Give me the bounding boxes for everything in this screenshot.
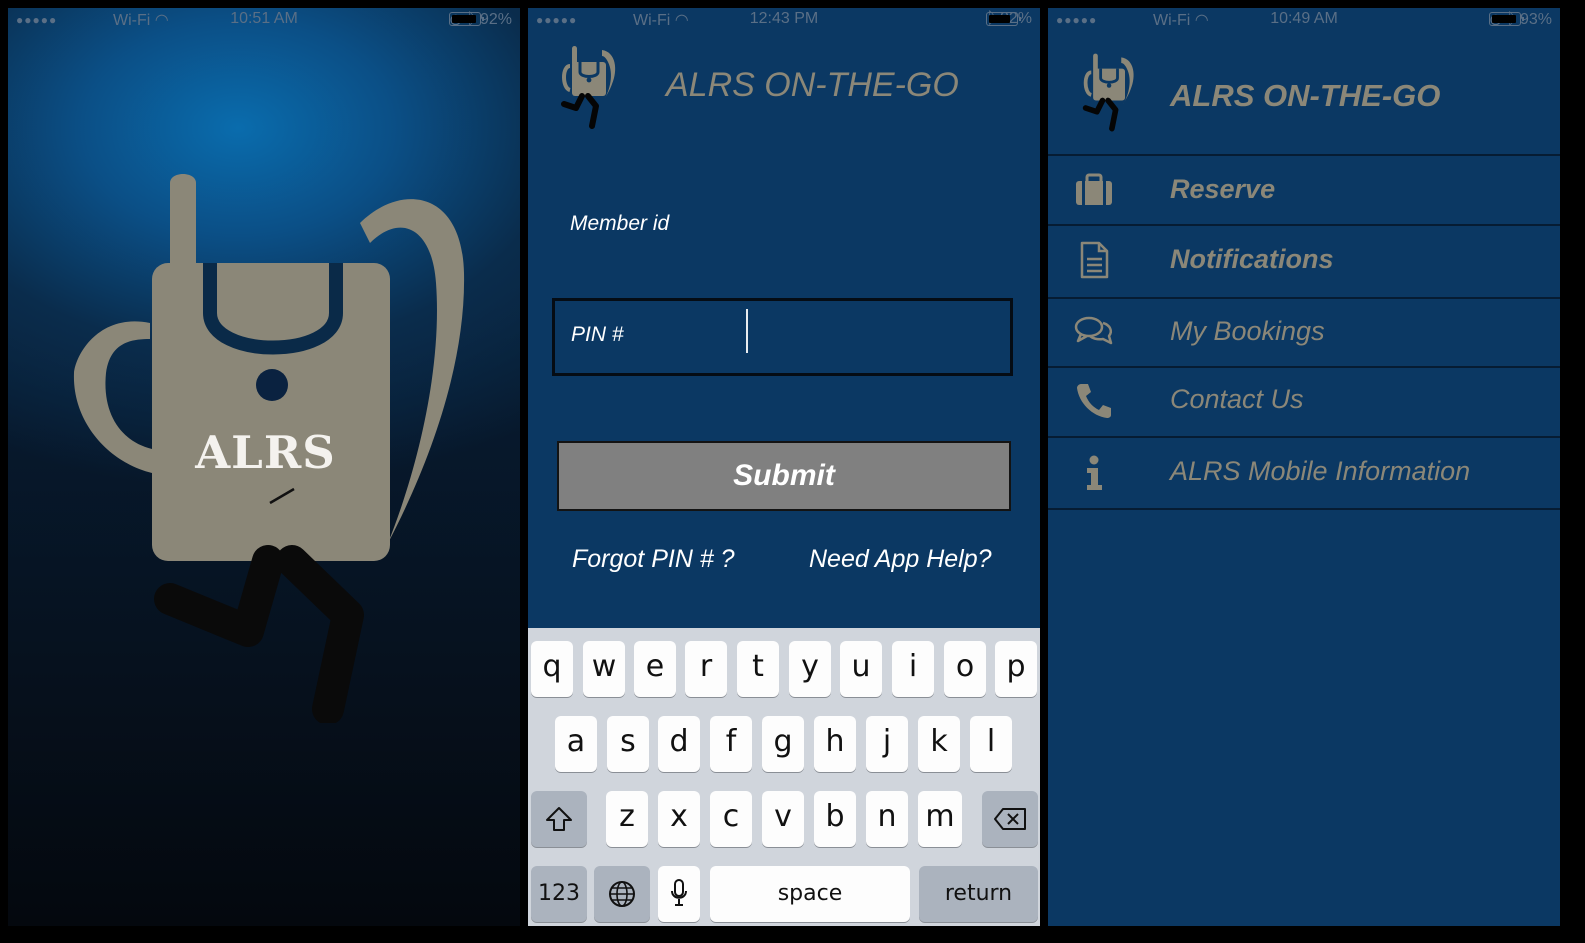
menu-item-label: My Bookings [1170,316,1325,346]
menu-item-label: ALRS Mobile Information [1170,456,1471,486]
battery-status: ⊙ ᛒ 92% [448,10,512,30]
logo-text: ALRS [195,426,336,479]
divider [1048,508,1560,510]
app-title: ALRS ON-THE-GO [666,66,959,104]
submit-button[interactable]: Submit [557,441,1011,511]
shift-arrow-icon [546,807,572,831]
key-c[interactable]: c [710,791,752,847]
menu-item-contact-us[interactable]: Contact Us [1048,366,1560,434]
menu-item-label: Contact Us [1170,384,1304,414]
key-i[interactable]: i [892,641,934,697]
menu-item-label: Reserve [1170,174,1276,204]
key-w[interactable]: w [583,641,625,697]
login-screen: ●●●●● Wi-Fi ◠ 12:43 PM ᛒ 82% ALRS ON-THE… [528,8,1040,926]
logo-body [152,263,390,561]
phone-icon [1077,384,1111,418]
key-u[interactable]: u [840,641,882,697]
numbers-key[interactable]: 123 [531,866,587,922]
key-x[interactable]: x [658,791,700,847]
on-screen-keyboard: q w e r t y u i o p a s d f g h j k l z [528,628,1040,926]
key-p[interactable]: p [995,641,1037,697]
key-r[interactable]: r [685,641,727,697]
key-a[interactable]: a [555,716,597,772]
return-key[interactable]: return [919,866,1038,922]
key-g[interactable]: g [762,716,804,772]
menu-item-notifications[interactable]: Notifications [1048,226,1560,294]
info-icon [1087,455,1102,490]
key-l[interactable]: l [970,716,1012,772]
menu-item-my-bookings[interactable]: My Bookings [1048,298,1560,366]
key-f[interactable]: f [710,716,752,772]
key-o[interactable]: o [944,641,986,697]
menu-screen: ●●●●● Wi-Fi ◠ 10:49 AM ⊙ ᛒ 93% ALRS ON-T… [1048,8,1560,926]
pin-field[interactable]: PIN # [552,298,1013,376]
battery-percent: 93% [1519,11,1552,28]
key-k[interactable]: k [918,716,960,772]
status-bar: ●●●●● Wi-Fi ◠ 10:49 AM ⊙ ᛒ 93% [1048,8,1560,30]
key-d[interactable]: d [658,716,700,772]
battery-status: ⊙ ᛒ 93% [1488,10,1552,30]
battery-icon [448,12,484,26]
delete-icon [994,808,1026,830]
briefcase-icon [1076,173,1112,205]
logo-left-handle [73,321,152,473]
app-title: ALRS ON-THE-GO [1170,78,1441,113]
document-icon [1080,241,1109,279]
forgot-pin-link[interactable]: Forgot PIN # ? [572,545,735,574]
battery-status: ᛒ 82% [986,10,1032,28]
status-time: 10:49 AM [1270,10,1338,27]
status-bar: ●●●●● Wi-Fi ◠ 12:43 PM ᛒ 82% [528,8,1040,30]
key-h[interactable]: h [814,716,856,772]
key-m[interactable]: m [918,791,962,847]
menu-item-alrs-mobile-information[interactable]: ALRS Mobile Information [1048,438,1560,506]
microphone-icon [671,879,687,906]
key-y[interactable]: y [789,641,831,697]
pin-input[interactable] [752,307,1002,357]
battery-icon [986,12,1022,26]
splash-screen: ●●●●● Wi-Fi ◠ 10:51 AM ⊙ ᛒ 92% ALRS [8,8,520,926]
backspace-key[interactable] [982,791,1038,847]
globe-key[interactable] [594,866,650,922]
key-j[interactable]: j [866,716,908,772]
status-bar: ●●●●● Wi-Fi ◠ 10:51 AM ⊙ ᛒ 92% [8,8,520,30]
key-b[interactable]: b [814,791,856,847]
shift-key[interactable] [531,791,587,847]
logo-dot [256,369,288,401]
text-cursor [746,309,748,353]
status-time: 10:51 AM [230,10,298,27]
key-n[interactable]: n [866,791,908,847]
app-help-link[interactable]: Need App Help? [809,545,992,574]
header-logo-icon [558,44,622,132]
key-q[interactable]: q [531,641,573,697]
status-time: 12:43 PM [749,10,819,27]
header-logo-icon [1080,50,1140,136]
member-id-field[interactable]: Member id [570,212,669,236]
pin-label: PIN # [571,323,624,346]
key-z[interactable]: z [606,791,648,847]
microphone-key[interactable] [658,866,700,922]
battery-icon [1488,12,1524,26]
globe-icon [609,881,635,907]
key-s[interactable]: s [607,716,649,772]
logo-legs [154,545,364,723]
key-t[interactable]: t [737,641,779,697]
key-v[interactable]: v [762,791,804,847]
menu-item-label: Notifications [1170,244,1334,274]
chat-bubbles-icon [1074,316,1113,345]
menu-item-reserve[interactable]: Reserve [1048,156,1560,224]
battery-percent: 92% [479,11,512,28]
key-e[interactable]: e [634,641,676,697]
space-key[interactable]: space [710,866,910,922]
